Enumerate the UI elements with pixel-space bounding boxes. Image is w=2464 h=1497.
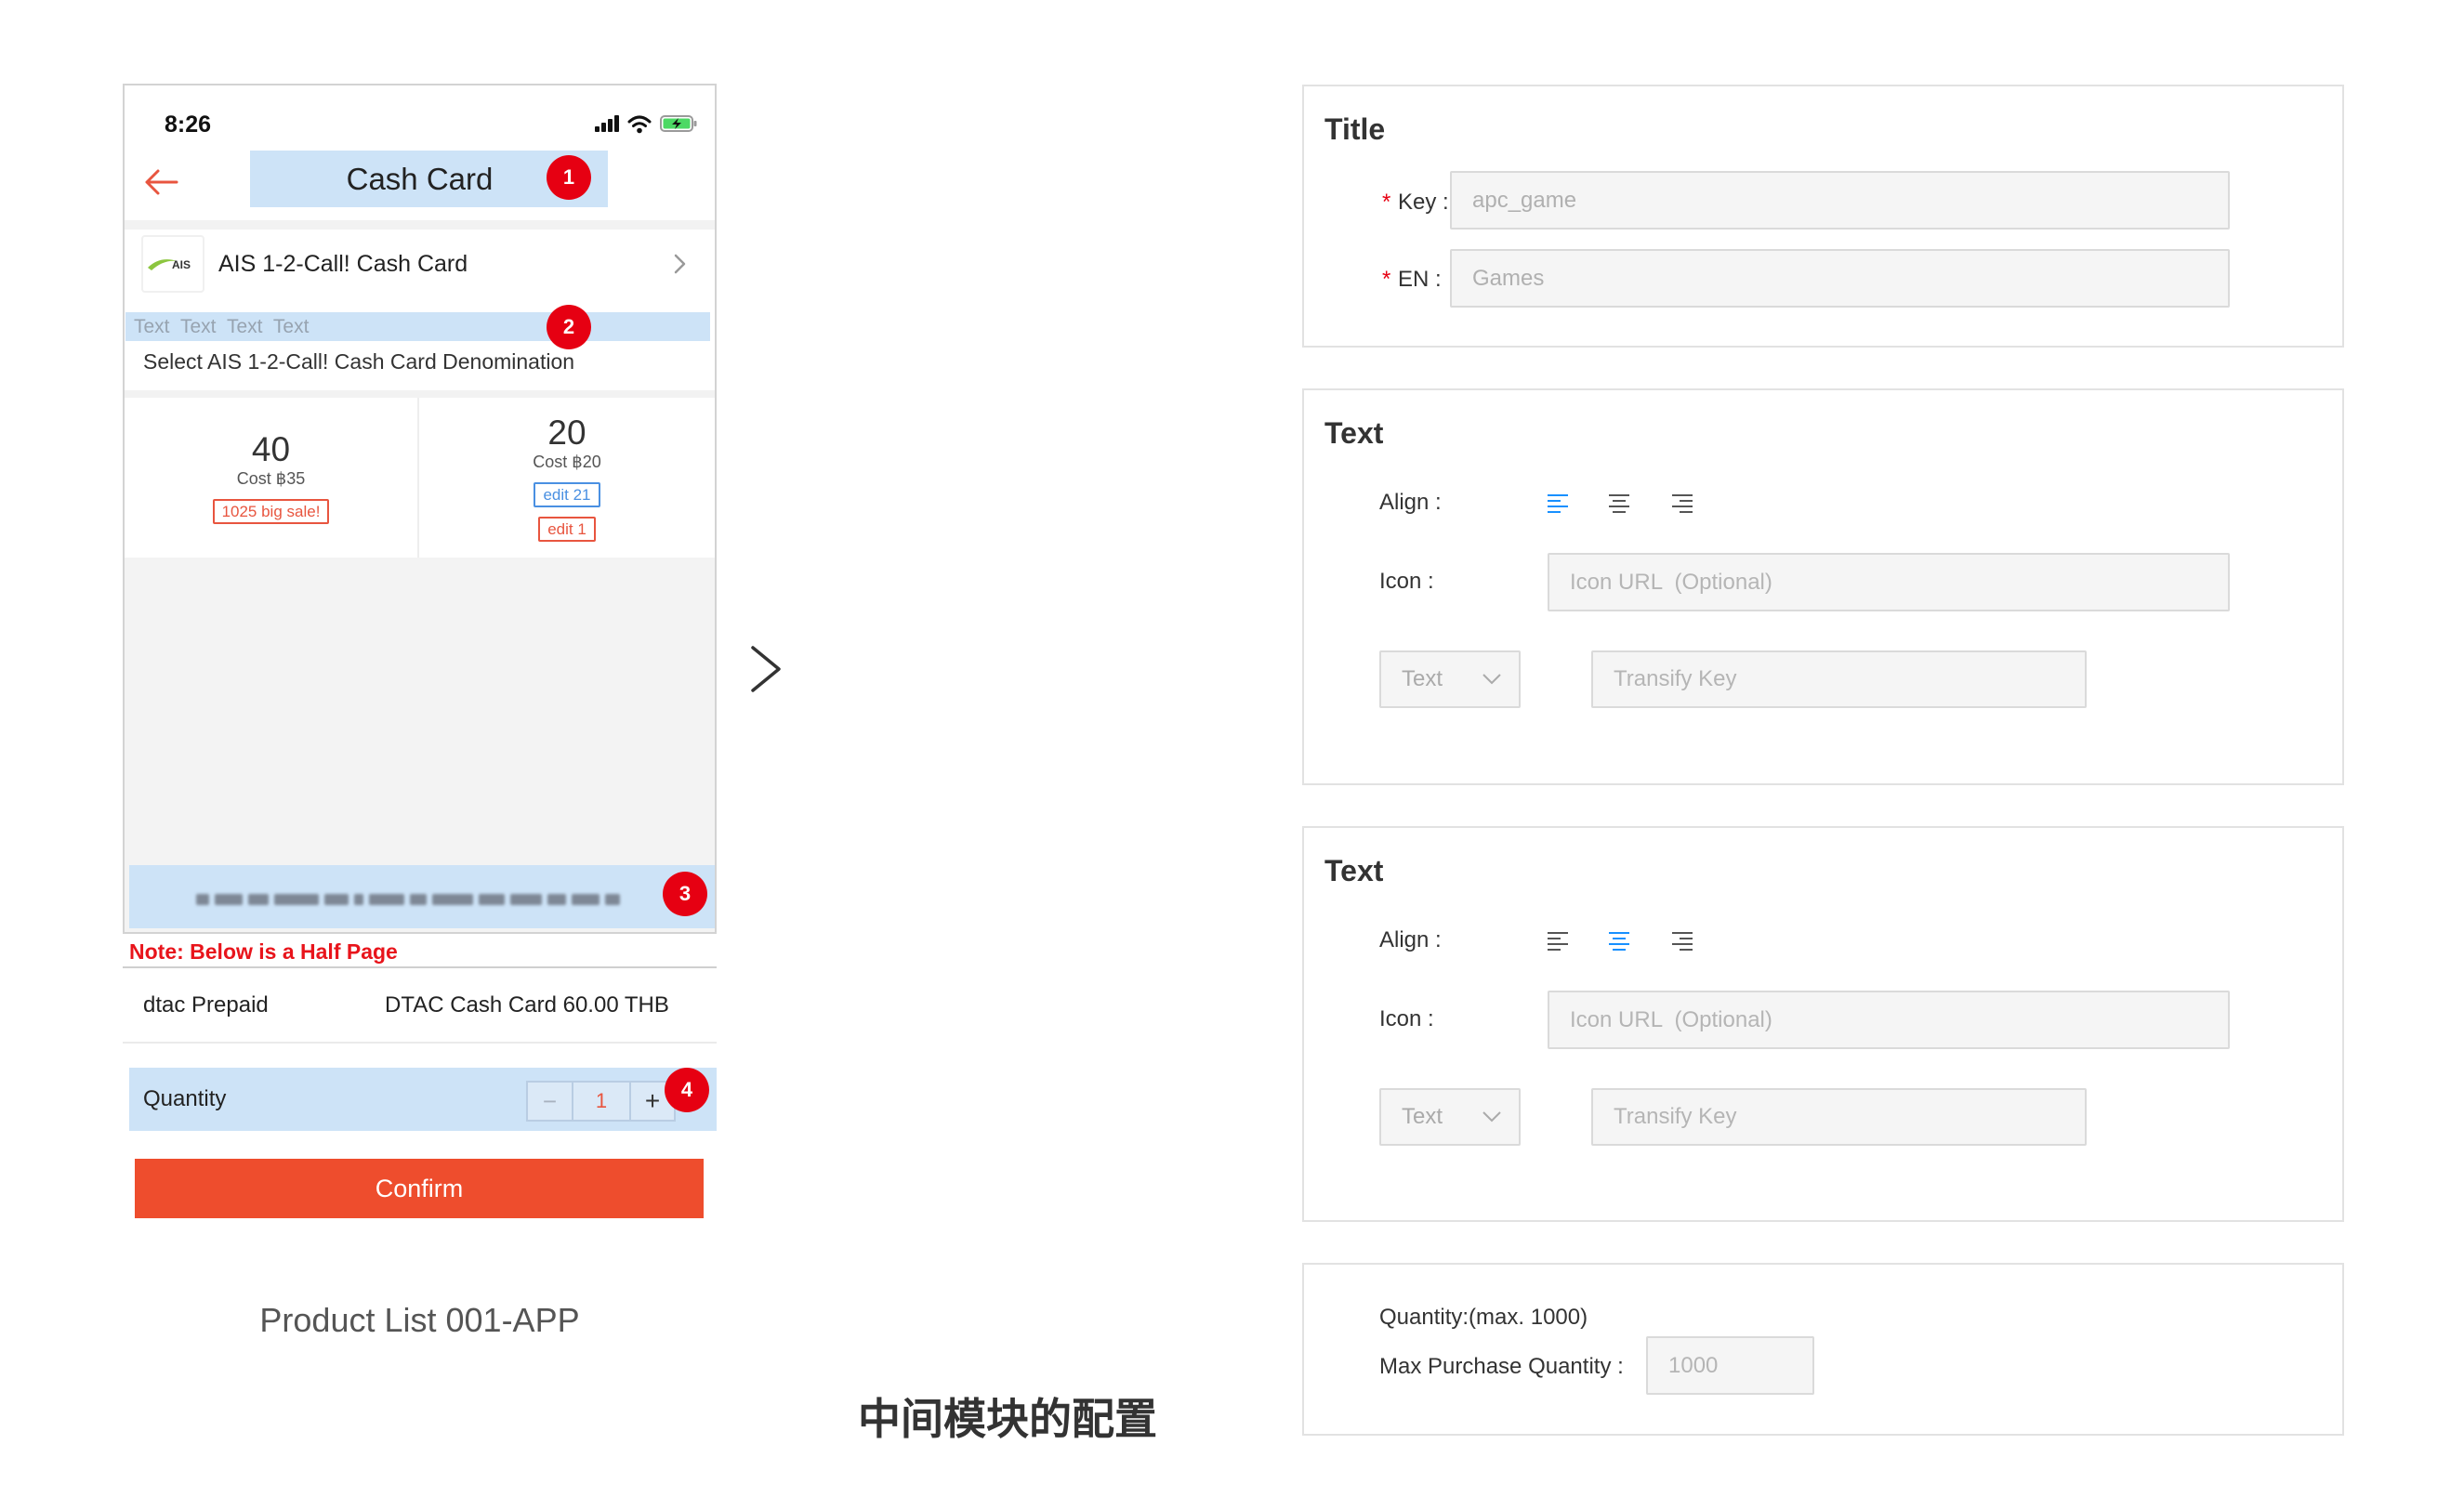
icon-label: Icon : [1379,1006,1434,1031]
align-center-icon[interactable] [1607,930,1631,951]
quantity-value[interactable]: 1 [573,1083,631,1120]
align-left-icon[interactable] [1546,492,1570,513]
status-icons [593,113,703,136]
align-left-icon[interactable] [1546,930,1570,951]
denomination-prompt: Select AIS 1-2-Call! Cash Card Denominat… [143,349,575,374]
align-right-icon[interactable] [1670,492,1694,513]
align-label: Align : [1379,490,1442,515]
required-mark: * [1382,267,1391,292]
select-value: Text [1402,1104,1443,1129]
align-right-icon[interactable] [1670,930,1694,951]
quantity-label: Quantity [143,1086,227,1111]
icon-url-input[interactable] [1548,991,2230,1049]
divider [123,1042,717,1044]
required-mark: * [1382,190,1391,215]
quantity-hint: Quantity:(max. 1000) [1379,1305,1588,1330]
panel-heading: Text [1324,854,1384,887]
section-caption: 中间模块的配置 [858,1394,1157,1444]
section-divider [125,220,715,230]
annotation-marker-2: 2 [547,305,591,349]
text-config-panel: Text Align : Icon : Text [1302,826,2344,1222]
blurred-text [196,889,628,910]
quantity-stepper[interactable]: − 1 + [526,1081,676,1122]
transify-key-input[interactable] [1591,650,2087,708]
en-input[interactable] [1450,249,2230,308]
promo-tag: 1025 big sale! [212,499,330,524]
panel-heading: Title [1324,112,1386,146]
promo-tag: edit 21 [534,481,600,507]
align-label: Align : [1379,927,1442,952]
denomination-card[interactable]: 20 Cost ฿20 edit 21 edit 1 [419,398,715,558]
battery-charging-icon [660,113,699,138]
text-strip: Text Text Text Text [125,312,710,341]
annotation-marker-3: 3 [663,872,707,916]
product-name: AIS 1-2-Call! Cash Card [218,251,468,277]
denomination-cost: Cost ฿20 [533,452,601,471]
annotation-marker-1: 1 [547,155,591,200]
icon-label: Icon : [1379,569,1434,594]
selected-product: DTAC Cash Card 60.00 THB [385,992,669,1018]
key-input[interactable] [1450,171,2230,230]
section-divider [125,390,715,398]
key-label: Key : [1398,190,1449,215]
decrement-button[interactable]: − [528,1083,573,1120]
max-quantity-input[interactable] [1646,1336,1814,1395]
panel-heading: Text [1324,416,1384,450]
chevron-right-icon [749,644,783,694]
denomination-cost: Cost ฿35 [236,469,306,488]
confirm-button[interactable]: Confirm [135,1159,704,1218]
align-center-icon[interactable] [1607,492,1631,513]
logo-text: AIS [172,258,191,271]
status-time: 8:26 [165,112,212,138]
text-type-select[interactable]: Text [1379,650,1521,708]
chevron-right-icon [674,253,687,275]
signal-icon [593,113,621,138]
phone-caption: Product List 001-APP [259,1301,580,1339]
text-strip-label: Text Text Text Text [134,316,310,337]
transify-key-input[interactable] [1591,1088,2087,1146]
ais-logo: AIS [141,235,204,293]
title-config-panel: Title * Key : * EN : [1302,85,2344,348]
en-label: EN : [1398,267,1442,292]
select-value: Text [1402,666,1443,691]
chevron-down-icon [1482,1111,1501,1123]
wifi-icon [626,113,652,138]
page-title: Cash Card [346,162,494,196]
text-type-select[interactable]: Text [1379,1088,1521,1146]
quantity-config-panel: Quantity:(max. 1000) Max Purchase Quanti… [1302,1263,2344,1436]
carrier-label: dtac Prepaid [143,992,269,1018]
icon-url-input[interactable] [1548,553,2230,611]
denomination-card[interactable]: 40 Cost ฿35 1025 big sale! [125,398,417,558]
divider [123,966,717,968]
promo-tag: edit 1 [538,516,596,542]
chevron-down-icon [1482,674,1501,685]
text-config-panel: Text Align : Icon : Text [1302,388,2344,785]
half-page-note: Note: Below is a Half Page [129,939,398,964]
denomination-value: 20 [547,413,586,452]
annotation-marker-4: 4 [665,1068,709,1112]
denomination-value: 40 [251,430,291,468]
max-quantity-label: Max Purchase Quantity : [1379,1354,1624,1379]
